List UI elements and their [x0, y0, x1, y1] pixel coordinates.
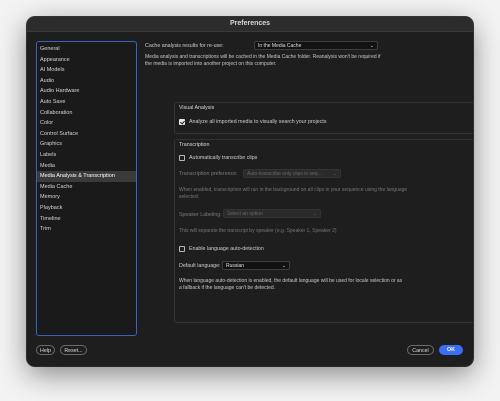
cache-select-value: In the Media Cache [258, 43, 302, 49]
speaker-labeling-value: Select an option [227, 211, 263, 217]
cache-description: Media analysis and transcriptions will b… [145, 54, 381, 67]
transcription-preference-select[interactable]: Auto-transcribe only clips in seq... ⌄ [243, 169, 341, 178]
sidebar-item[interactable]: Labels [37, 150, 136, 161]
transcription-preference-description: When enabled, transcription will run in … [179, 187, 408, 200]
sidebar-item[interactable]: Media [37, 161, 136, 172]
sidebar-item[interactable]: Color [37, 118, 136, 129]
sidebar-item[interactable]: Auto Save [37, 97, 136, 108]
analyze-media-checkbox[interactable] [179, 119, 185, 125]
default-language-description: When language auto-detection is enabled,… [179, 278, 403, 291]
language-auto-detection-checkbox[interactable] [179, 246, 185, 252]
speaker-labeling-description: This will separate the transcript by spe… [179, 228, 337, 234]
sidebar-item[interactable]: Media Cache [37, 182, 136, 193]
help-button[interactable]: Help [36, 345, 55, 355]
default-language-value: Russian [226, 263, 245, 269]
auto-transcribe-label: Automatically transcribe clips [189, 155, 258, 161]
language-auto-detection-label: Enable language auto-detection [189, 246, 264, 252]
speaker-labeling-label: Speaker Labeling: [179, 212, 222, 218]
sidebar-item[interactable]: Appearance [37, 55, 136, 66]
transcription-preference-label: Transcription preference: [179, 171, 238, 177]
window-title: Preferences [27, 17, 473, 32]
transcription-title: Transcription [179, 142, 210, 148]
sidebar-item[interactable]: Memory [37, 192, 136, 203]
sidebar-item[interactable]: Collaboration [37, 108, 136, 119]
visual-analysis-group [174, 102, 473, 134]
sidebar-item[interactable]: Audio [37, 76, 136, 87]
auto-transcribe-checkbox[interactable] [179, 155, 185, 161]
cache-select[interactable]: In the Media Cache ⌄ [254, 41, 378, 50]
sidebar-item[interactable]: Audio Hardware [37, 86, 136, 97]
visual-analysis-title: Visual Analysis [179, 105, 215, 111]
chevron-down-icon: ⌄ [332, 171, 337, 177]
sidebar-item[interactable]: Media Analysis & Transcription [37, 171, 136, 182]
preferences-window: Preferences General Appearance AI Models Au… [27, 17, 473, 366]
preferences-sidebar: General Appearance AI Models Audio Audio Har… [36, 41, 137, 336]
default-language-label: Default language: [179, 263, 221, 269]
speaker-labeling-select[interactable]: Select an option ⌄ [223, 209, 321, 218]
sidebar-item[interactable]: General [37, 44, 136, 55]
sidebar-item[interactable]: Trim [37, 224, 136, 235]
transcription-preference-value: Auto-transcribe only clips in seq... [247, 171, 322, 177]
chevron-down-icon: ⌄ [369, 43, 374, 49]
analyze-media-label: Analyze all imported media to visually s… [189, 119, 327, 125]
sidebar-item[interactable]: Graphics [37, 139, 136, 150]
cache-label: Cache analysis results for re-use: [145, 43, 224, 49]
sidebar-item[interactable]: Playback [37, 203, 136, 214]
preferences-content: Cache analysis results for re-use: In th… [145, 41, 473, 341]
sidebar-item[interactable]: AI Models [37, 65, 136, 76]
chevron-down-icon: ⌄ [281, 263, 286, 269]
sidebar-item[interactable]: Control Surface [37, 129, 136, 140]
sidebar-item[interactable]: Timeline [37, 214, 136, 225]
cancel-button[interactable]: Cancel [407, 345, 434, 355]
default-language-select[interactable]: Russian ⌄ [222, 261, 290, 270]
reset-button[interactable]: Reset... [60, 345, 87, 355]
chevron-down-icon: ⌄ [312, 211, 317, 217]
ok-button[interactable]: OK [439, 345, 463, 355]
